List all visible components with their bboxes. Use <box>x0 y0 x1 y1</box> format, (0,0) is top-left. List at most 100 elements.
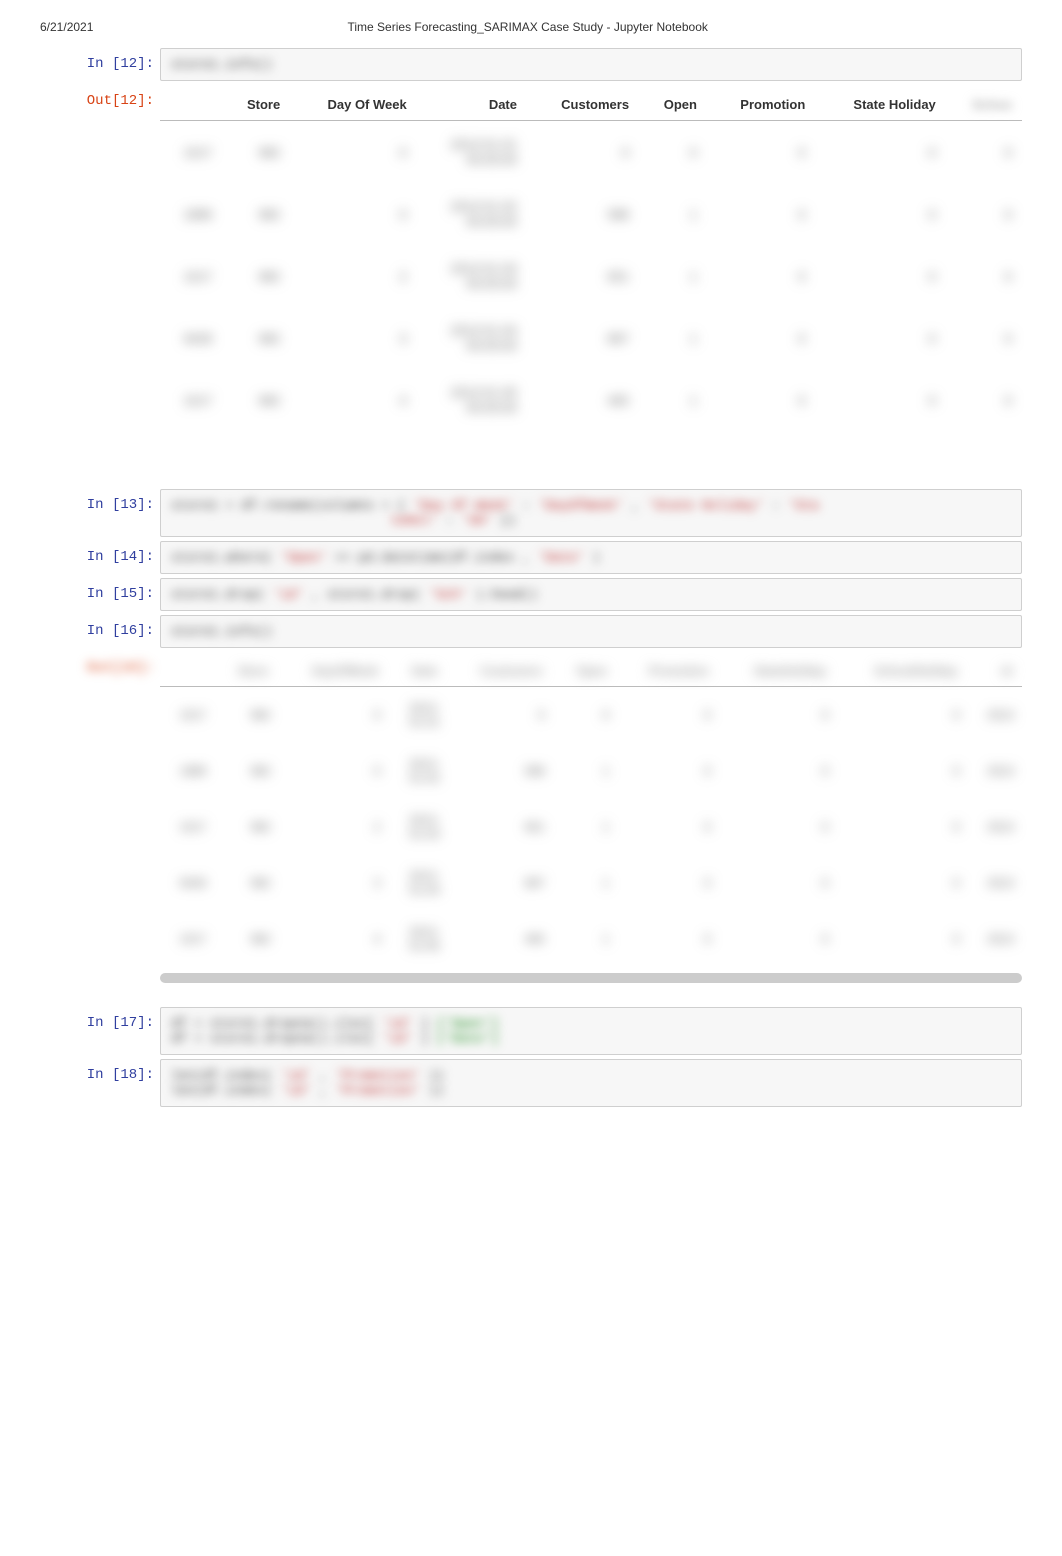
column-header: StateHoliday <box>719 656 837 687</box>
table-cell: 0 <box>946 121 1022 184</box>
table-cell: 0 <box>448 687 553 744</box>
code-content-14[interactable]: store1.where( 'Open' == pd.datetime(df.i… <box>160 541 1022 574</box>
table-cell: 0 <box>290 183 417 245</box>
table-cell: 1889 <box>160 183 222 245</box>
table-header-row: StoreDay Of WeekDateCustomersOpenPromoti… <box>160 89 1022 121</box>
table-cell: 0 <box>617 911 719 967</box>
table-cell: 982 <box>222 121 290 184</box>
column-header: Store <box>214 656 278 687</box>
column-header: Customers <box>527 89 639 121</box>
table-cell: 1 <box>639 183 707 245</box>
column-header: Store <box>222 89 290 121</box>
page-header: 6/21/2021 Time Series Forecasting_SARIMA… <box>0 0 1062 44</box>
table-cell: 897 <box>448 855 553 911</box>
table-cell: 982 <box>222 369 290 431</box>
table-row: 101798222013-01-03 00:00:006511000 <box>160 245 1022 307</box>
column-header: Date <box>417 89 527 121</box>
table-cell: 0 <box>719 743 837 799</box>
column-header: Day Of Week <box>290 89 417 121</box>
table-cell: 588 <box>527 183 639 245</box>
table-cell: 1 <box>639 245 707 307</box>
code-line: teHol' : 'SH' }) <box>171 513 1011 528</box>
column-header: Customers <box>448 656 553 687</box>
table-cell: 982 <box>222 183 290 245</box>
table-cell: 0 <box>946 183 1022 245</box>
table-cell: 982 <box>222 307 290 369</box>
prompt-in-15: In [15]: <box>40 578 160 602</box>
table-cell: 2 <box>290 245 417 307</box>
table-cell: 1017 <box>160 245 222 307</box>
table-cell: 2 <box>279 799 389 855</box>
table-cell: 2013 <box>968 911 1022 967</box>
table-body: 101798202013-01-01 00:00:000000018899820… <box>160 121 1022 432</box>
table-row: 188998202013-01-02 00:00:005881000 <box>160 183 1022 245</box>
table-cell: 0 <box>719 911 837 967</box>
table-cell: 2013-01-02 00:00:00 <box>417 183 527 245</box>
table-cell: 1 <box>553 855 617 911</box>
table-cell: 0 <box>617 743 719 799</box>
prompt-in-18: In [18]: <box>40 1059 160 1083</box>
code-line: store1.info() <box>171 624 272 639</box>
column-header: State Holiday <box>815 89 945 121</box>
column-header: SchoolHoliday <box>836 656 967 687</box>
cell-in-12: In [12]: store1.info() <box>40 48 1022 81</box>
table-row: 188998202013- 01-0258810002013 <box>160 743 1022 799</box>
table-cell: 2013 <box>968 743 1022 799</box>
table-cell: 2013- 01-05 <box>388 911 447 967</box>
table-cell: 0 <box>836 687 967 744</box>
code-content-17[interactable]: df = store1.dropna().iloc[ 'id' ] ['Open… <box>160 1007 1022 1055</box>
table-cell: 0 <box>836 911 967 967</box>
table-row: 101798202013-01-01 00:00:0000000 <box>160 121 1022 184</box>
table-cell: 982 <box>214 855 278 911</box>
table-row: 942898232013- 01-0489710002013 <box>160 855 1022 911</box>
prompt-in-12: In [12]: <box>40 48 160 72</box>
cell-in-13: In [13]: store1 = df.rename(columns = { … <box>40 489 1022 537</box>
code-content-12[interactable]: store1.info() <box>160 48 1022 81</box>
column-header <box>160 89 222 121</box>
output-12: StoreDay Of WeekDateCustomersOpenPromoti… <box>160 85 1022 451</box>
table-cell: 4 <box>279 911 389 967</box>
table-cell: 3 <box>290 307 417 369</box>
column-header: Promotion <box>707 89 815 121</box>
table-cell: 0 <box>836 799 967 855</box>
table-body: 101798202013- 01-01000002013188998202013… <box>160 687 1022 968</box>
code-line: df = store1.dropna().iloc[ 'id' ] ['Date… <box>171 1031 1011 1046</box>
table-cell: 0 <box>719 799 837 855</box>
code-content-13[interactable]: store1 = df.rename(columns = { 'Day Of W… <box>160 489 1022 537</box>
table-cell: 982 <box>214 911 278 967</box>
table-cell: 0 <box>639 121 707 184</box>
table-header-row: StoreDayOfWeekDateCustomersOpenPromotion… <box>160 656 1022 687</box>
table-cell: 1 <box>553 799 617 855</box>
column-header: Schoo <box>946 89 1022 121</box>
header-title: Time Series Forecasting_SARIMAX Case Stu… <box>93 20 962 34</box>
table-cell: 0 <box>836 743 967 799</box>
code-line: df = store1.dropna().iloc[ 'id' ] ['Open… <box>171 1016 1011 1031</box>
table-cell: 1017 <box>160 121 222 184</box>
table-cell: 0 <box>815 307 945 369</box>
table-cell: 1017 <box>160 369 222 431</box>
horizontal-scrollbar[interactable] <box>160 973 1022 983</box>
table-cell: 0 <box>617 687 719 744</box>
table-cell: 465 <box>448 911 553 967</box>
code-line: len(df.index( 'id' , 'Promotion' )) <box>171 1068 1011 1083</box>
table-cell: 1017 <box>160 799 214 855</box>
table-cell: 2013-01-01 00:00:00 <box>417 121 527 184</box>
table-row: 101798242013- 01-0546510002013 <box>160 911 1022 967</box>
code-content-15[interactable]: store1.drop( 'id' , store1.drop( 'Sch' )… <box>160 578 1022 611</box>
prompt-in-14: In [14]: <box>40 541 160 565</box>
cell-out-12: Out[12]: StoreDay Of WeekDateCustomersOp… <box>40 85 1022 451</box>
table-cell: 1 <box>553 911 617 967</box>
code-content-18[interactable]: len(df.index( 'id' , 'Promotion' )) len(… <box>160 1059 1022 1107</box>
table-cell: 2013-01-04 00:00:00 <box>417 307 527 369</box>
column-header: Date <box>388 656 447 687</box>
table-cell: 982 <box>214 687 278 744</box>
table-cell: 0 <box>815 369 945 431</box>
column-header: Promotion <box>617 656 719 687</box>
table-cell: 588 <box>448 743 553 799</box>
table-cell: 1 <box>639 307 707 369</box>
table-cell: 2013-01-05 00:00:00 <box>417 369 527 431</box>
cell-in-14: In [14]: store1.where( 'Open' == pd.date… <box>40 541 1022 574</box>
table-cell: 0 <box>290 121 417 184</box>
code-content-16[interactable]: store1.info() <box>160 615 1022 648</box>
table-cell: 0 <box>815 183 945 245</box>
